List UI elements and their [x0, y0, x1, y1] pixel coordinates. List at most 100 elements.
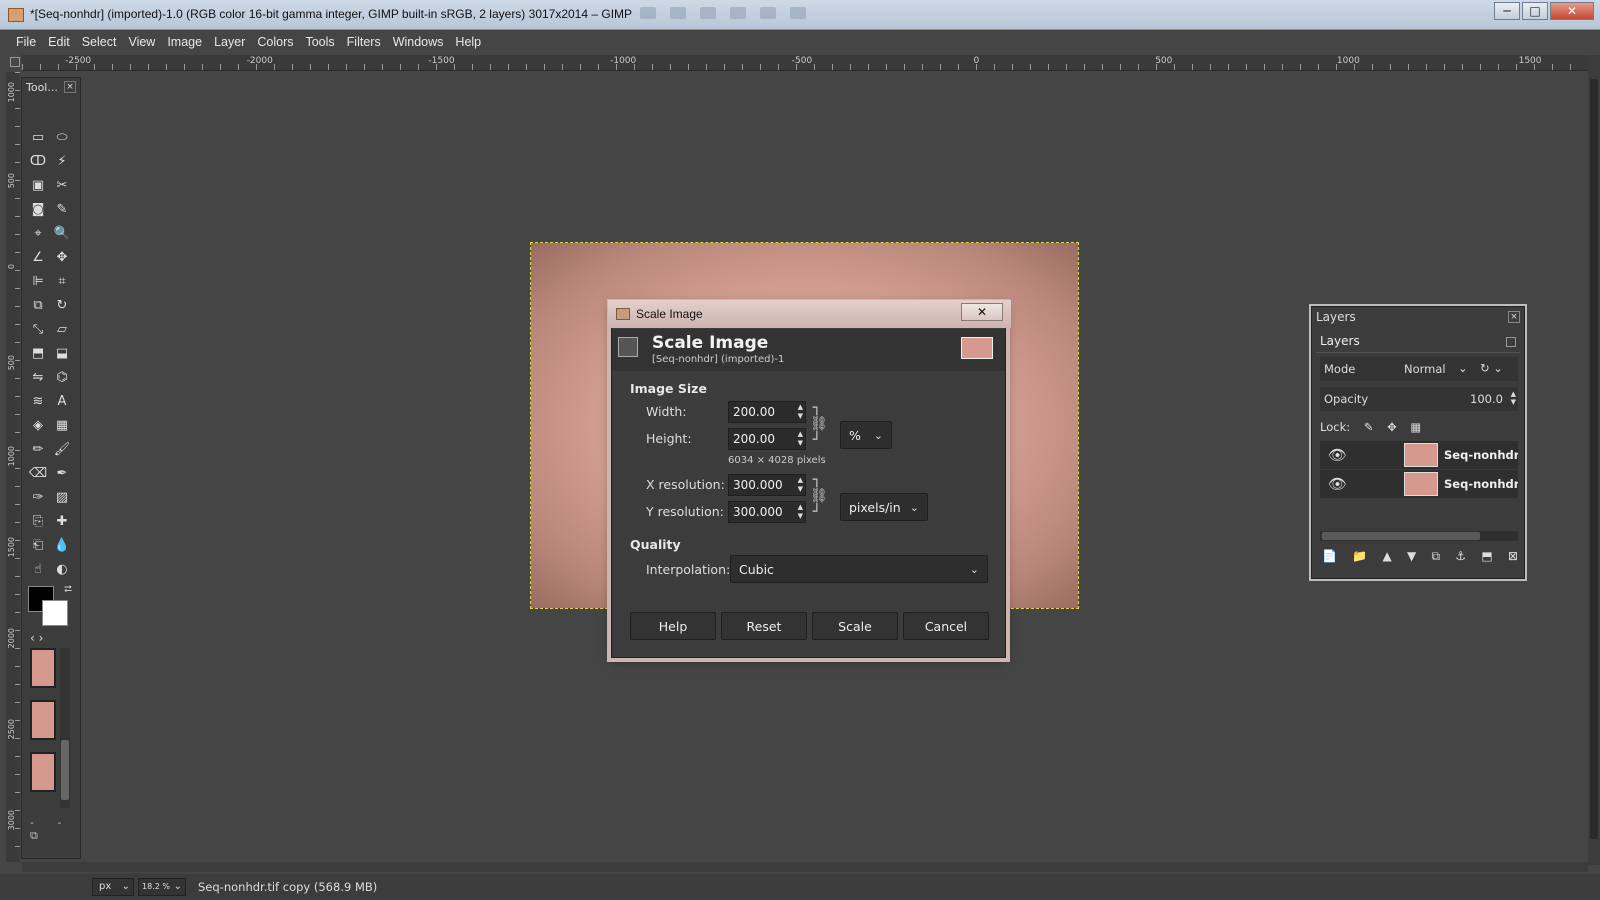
toolbox-close-icon[interactable]: ×	[64, 81, 76, 93]
swap-colors-icon[interactable]: ⮂	[64, 584, 72, 595]
vertical-scrollbar[interactable]	[1588, 55, 1600, 865]
background-color-swatch[interactable]	[42, 600, 68, 626]
scissors-icon[interactable]: ✂	[52, 176, 72, 195]
opacity-value[interactable]: 100.0	[1470, 387, 1503, 411]
image-thumbnail[interactable]	[30, 752, 56, 792]
shear-icon[interactable]: ▱	[52, 320, 72, 339]
y-resolution-input[interactable]	[729, 502, 791, 522]
new-layer-icon[interactable]: 📄	[1322, 549, 1337, 564]
color-select-icon[interactable]: ▣	[28, 176, 48, 195]
maximize-button[interactable]: □	[1522, 2, 1548, 20]
width-input[interactable]	[729, 402, 791, 422]
x-resolution-input[interactable]	[729, 475, 791, 495]
ink-icon[interactable]: ✑	[28, 488, 48, 507]
clone-icon[interactable]: ⎘	[28, 512, 48, 531]
blur-icon[interactable]: 💧	[52, 536, 72, 555]
height-spinbox[interactable]: ▲▼	[728, 428, 806, 450]
height-spin-arrows[interactable]: ▲ ▼	[798, 430, 803, 448]
size-chain-icon[interactable]: ┐ ⛓ ┘	[810, 400, 828, 448]
scale-icon[interactable]: ⤡	[28, 320, 48, 339]
horizontal-scrollbar[interactable]	[22, 862, 1588, 872]
unit-dropdown[interactable]: px ⌄	[92, 878, 134, 896]
width-spin-arrows[interactable]: ▲ ▼	[798, 403, 803, 421]
layer-row[interactable]: 👁 Seq-nonhdr.ti	[1320, 470, 1518, 498]
crop-icon[interactable]: ⌗	[52, 272, 72, 291]
merge-layer-icon[interactable]: ⬒	[1481, 549, 1492, 564]
quick-mask-toggle[interactable]	[10, 57, 20, 67]
3d-transform-icon[interactable]: ⬓	[52, 344, 72, 363]
reset-mode-icon[interactable]: ↻ ⌄	[1480, 361, 1503, 375]
smudge-icon[interactable]: ☝	[28, 560, 48, 579]
lower-layer-icon[interactable]: ▼	[1407, 549, 1416, 564]
duplicate-layer-icon[interactable]: ⧉	[1431, 549, 1440, 564]
cancel-button[interactable]: Cancel	[903, 612, 989, 640]
paintbrush-icon[interactable]: 🖌	[52, 440, 72, 459]
x-resolution-spin-arrows[interactable]: ▲ ▼	[798, 476, 803, 494]
resolution-unit-dropdown[interactable]: pixels/in ⌄	[840, 493, 928, 521]
y-resolution-spin-arrows[interactable]: ▲ ▼	[798, 503, 803, 521]
menu-tools[interactable]: Tools	[299, 35, 340, 49]
tab-menu-icon[interactable]	[1506, 337, 1516, 347]
menu-help[interactable]: Help	[449, 35, 487, 49]
mypaint-brush-icon[interactable]: ▨	[52, 488, 72, 507]
menu-edit[interactable]: Edit	[42, 35, 76, 49]
help-button[interactable]: Help	[630, 612, 716, 640]
ellipse-select-icon[interactable]: ⬭	[52, 128, 72, 147]
unified-transform-icon[interactable]: ⧉	[28, 296, 48, 315]
toolbox-scrollbar[interactable]	[60, 648, 70, 808]
perspective-icon[interactable]: ⬒	[28, 344, 48, 363]
eraser-icon[interactable]: ⌫	[28, 464, 48, 483]
warp-icon[interactable]: ≋	[28, 392, 48, 411]
move-icon[interactable]: ✥	[52, 248, 72, 267]
vertical-scroll-thumb[interactable]	[1590, 79, 1598, 839]
rect-select-icon[interactable]: ▭	[28, 128, 48, 147]
menu-file[interactable]: File	[10, 35, 42, 49]
scale-button[interactable]: Scale	[812, 612, 898, 640]
visibility-eye-icon[interactable]: 👁	[1328, 446, 1347, 464]
rotate-icon[interactable]: ↻	[52, 296, 72, 315]
menu-layer[interactable]: Layer	[208, 35, 251, 49]
y-resolution-spinbox[interactable]: ▲▼	[728, 501, 806, 523]
chevron-down-icon[interactable]: ⌄	[1458, 361, 1468, 375]
foreground-select-icon[interactable]: ◙	[28, 200, 48, 219]
lock-pixels-icon[interactable]: ✎	[1364, 420, 1374, 434]
fuzzy-select-icon[interactable]: ⚡	[52, 152, 72, 171]
mode-value[interactable]: Normal	[1404, 362, 1446, 376]
lock-alpha-icon[interactable]: ▦	[1410, 420, 1421, 434]
interpolation-dropdown[interactable]: Cubic ⌄	[730, 555, 988, 583]
visibility-eye-icon[interactable]: 👁	[1328, 475, 1347, 493]
dodge-burn-icon[interactable]: ◐	[52, 560, 72, 579]
bucket-fill-icon[interactable]: ◈	[28, 416, 48, 435]
raise-layer-icon[interactable]: ▲	[1382, 549, 1391, 564]
menu-select[interactable]: Select	[76, 35, 123, 49]
opacity-spin-arrows[interactable]: ▲ ▼	[1511, 390, 1516, 406]
width-spinbox[interactable]: ▲▼	[728, 401, 806, 423]
text-icon[interactable]: A	[52, 392, 72, 411]
close-window-button[interactable]: ✕	[1550, 2, 1594, 20]
paths-icon[interactable]: ✎	[52, 200, 72, 219]
zoom-dropdown[interactable]: 18.2 % ⌄	[138, 878, 186, 896]
perspective-clone-icon[interactable]: ⎗	[28, 536, 48, 555]
airbrush-icon[interactable]: ✒	[52, 464, 72, 483]
flip-icon[interactable]: ⇋	[28, 368, 48, 387]
minimize-button[interactable]: ─	[1494, 2, 1520, 20]
zoom-icon[interactable]: 🔍	[52, 224, 72, 243]
toolbox-footer-icons[interactable]: - - ⧉	[30, 816, 80, 843]
horizontal-ruler[interactable]: -2500-2000-1500-1000-5000500100015002000…	[22, 55, 1588, 71]
image-thumbnail[interactable]	[30, 648, 56, 688]
size-unit-dropdown[interactable]: % ⌄	[840, 421, 892, 449]
align-icon[interactable]: ⊫	[28, 272, 48, 291]
free-select-icon[interactable]: ↀ	[28, 152, 48, 171]
anchor-layer-icon[interactable]: ⚓	[1455, 549, 1466, 564]
measure-icon[interactable]: ∠	[28, 248, 48, 267]
opacity-row[interactable]: Opacity 100.0 ▲ ▼	[1320, 387, 1518, 411]
menu-image[interactable]: Image	[161, 35, 208, 49]
delete-layer-icon[interactable]: ⊠	[1508, 549, 1518, 564]
reset-button[interactable]: Reset	[721, 612, 807, 640]
resolution-chain-icon[interactable]: ┐ ⛓ ┘	[810, 472, 828, 520]
tab-layers[interactable]: Layers	[1316, 331, 1520, 353]
heal-icon[interactable]: ✚	[52, 512, 72, 531]
layer-row[interactable]: 👁 Seq-nonhdr.ti	[1320, 441, 1518, 469]
cage-icon[interactable]: ⌬	[52, 368, 72, 387]
image-thumbnail[interactable]	[30, 700, 56, 740]
